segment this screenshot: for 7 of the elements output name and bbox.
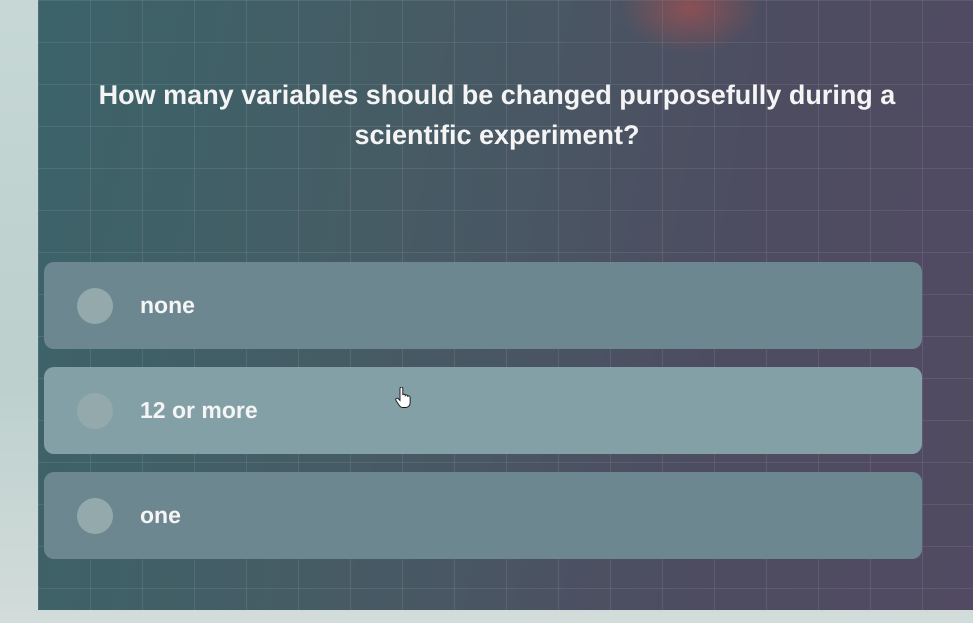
hand-cursor-icon	[395, 387, 411, 409]
question-text: How many variables should be changed purposefully during a scientific experiment?	[98, 79, 896, 152]
answer-option[interactable]: one	[44, 472, 922, 559]
answer-option[interactable]: 12 or more	[44, 367, 922, 454]
answer-option[interactable]: none	[44, 262, 922, 349]
radio-button[interactable]	[77, 288, 113, 324]
radio-button[interactable]	[77, 498, 113, 534]
